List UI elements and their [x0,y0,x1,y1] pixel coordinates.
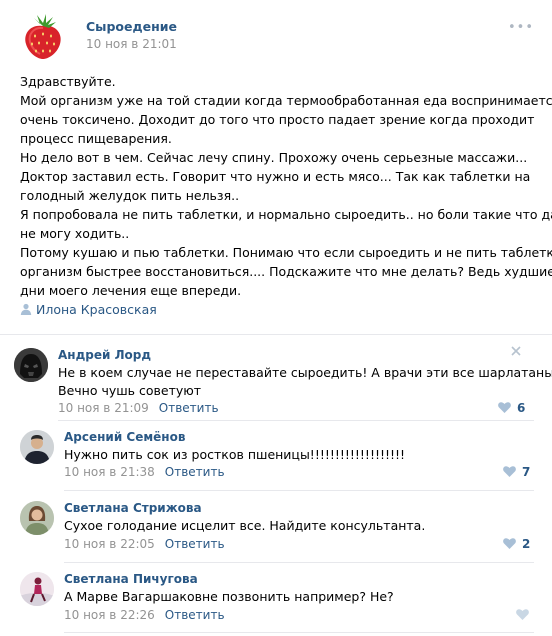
post-signer[interactable]: Илона Красовская [20,302,157,317]
person-icon [20,303,32,315]
post-line: голодный желудок пить нельзя.. [20,188,240,203]
post-line: Но дело вот в чем. Сейчас лечу спину. Пр… [20,150,528,165]
helmet-avatar-icon [14,348,48,382]
group-name-link[interactable]: Сыроедение [86,19,177,34]
comment-line: Нужно пить сок из ростков пшеницы!!!!!!!… [64,447,406,462]
strawberry-avatar[interactable] [20,12,66,60]
comment-author[interactable]: Светлана Пичугова [64,572,198,586]
person-photo-icon [20,430,54,464]
comment-meta: 10 ноя в 22:26 Ответить [64,608,225,622]
post-divider [0,334,552,335]
comment-divider [64,490,534,491]
comment-timestamp[interactable]: 10 ноя в 21:09 [58,401,149,415]
commenter-avatar[interactable] [14,348,48,382]
comment-line: Не в коем случае не переставайте сыроеди… [58,365,552,380]
person-photo-icon [20,572,54,606]
comment-meta: 10 ноя в 22:05 Ответить [64,537,225,551]
like-count: 2 [522,537,531,551]
comment-timestamp[interactable]: 10 ноя в 22:05 [64,537,155,551]
post-line: Мой организм уже на той стадии когда тер… [20,93,552,108]
comment-timestamp[interactable]: 10 ноя в 21:38 [64,465,155,479]
post-header: Сыроедение 10 ноя в 21:01 ••• [0,0,552,64]
post-line: не могу ходить.. [20,226,130,241]
reply-button[interactable]: Ответить [165,608,225,622]
post-line: Здравствуйте. [20,74,116,89]
close-icon[interactable] [511,346,521,356]
comment-meta: 10 ноя в 21:38 Ответить [64,465,225,479]
like-count: 7 [522,465,531,479]
heart-icon [498,402,511,413]
post-timestamp[interactable]: 10 ноя в 21:01 [86,37,177,51]
comment-text: Нужно пить сок из ростков пшеницы!!!!!!!… [64,446,405,464]
comment-line: Вечно чушь советуют [58,383,202,398]
post-line: очень токсичено. Доходит до того что про… [20,112,535,127]
like-button[interactable] [516,608,535,622]
heart-icon [503,538,516,549]
post-line: организм быстрее восстановиться.... Подс… [20,264,552,279]
post-line: процесс пищеварения. [20,131,172,146]
reply-button[interactable]: Ответить [159,401,219,415]
more-dots-icon[interactable]: ••• [508,20,534,35]
commenter-avatar[interactable] [20,572,54,606]
reply-button[interactable]: Ответить [165,537,225,551]
comment-line: Сухое голодание исцелит все. Найдите кон… [64,518,426,533]
commenter-avatar[interactable] [20,430,54,464]
comment-text: А Марве Вагаршаковне позвонить например?… [64,588,394,606]
comment-meta: 10 ноя в 21:09 Ответить [58,401,219,415]
comment-divider [64,632,534,633]
comment-author[interactable]: Арсений Семёнов [64,430,185,444]
comment-author[interactable]: Андрей Лорд [58,348,151,362]
like-button[interactable]: 6 [498,401,525,415]
post-line: Доктор заставил есть. Говорит что нужно … [20,169,531,184]
like-count: 6 [517,401,526,415]
comment-line: А Марве Вагаршаковне позвонить например?… [64,589,394,604]
comment-author[interactable]: Светлана Стрижова [64,501,202,515]
comment-timestamp[interactable]: 10 ноя в 22:26 [64,608,155,622]
comment-text: Не в коем случае не переставайте сыроеди… [58,364,552,400]
post-body: Здравствуйте. Мой организм уже на той ст… [20,72,552,300]
commenter-avatar[interactable] [20,501,54,535]
comment-divider [58,420,534,421]
person-photo-icon [20,501,54,535]
signer-name[interactable]: Илона Красовская [36,302,157,317]
post-line: дни моего лечения еще впереди. [20,283,242,298]
like-button[interactable]: 2 [503,537,530,551]
heart-icon [516,609,529,620]
reply-button[interactable]: Ответить [165,465,225,479]
heart-icon [503,466,516,477]
post-line: Я попробовала не пить таблетки, и нормал… [20,207,552,222]
comment-divider [64,562,534,563]
post-line: Потому кушаю и пью таблетки. Понимаю что… [20,245,552,260]
comment-text: Сухое голодание исцелит все. Найдите кон… [64,517,425,535]
like-button[interactable]: 7 [503,465,530,479]
